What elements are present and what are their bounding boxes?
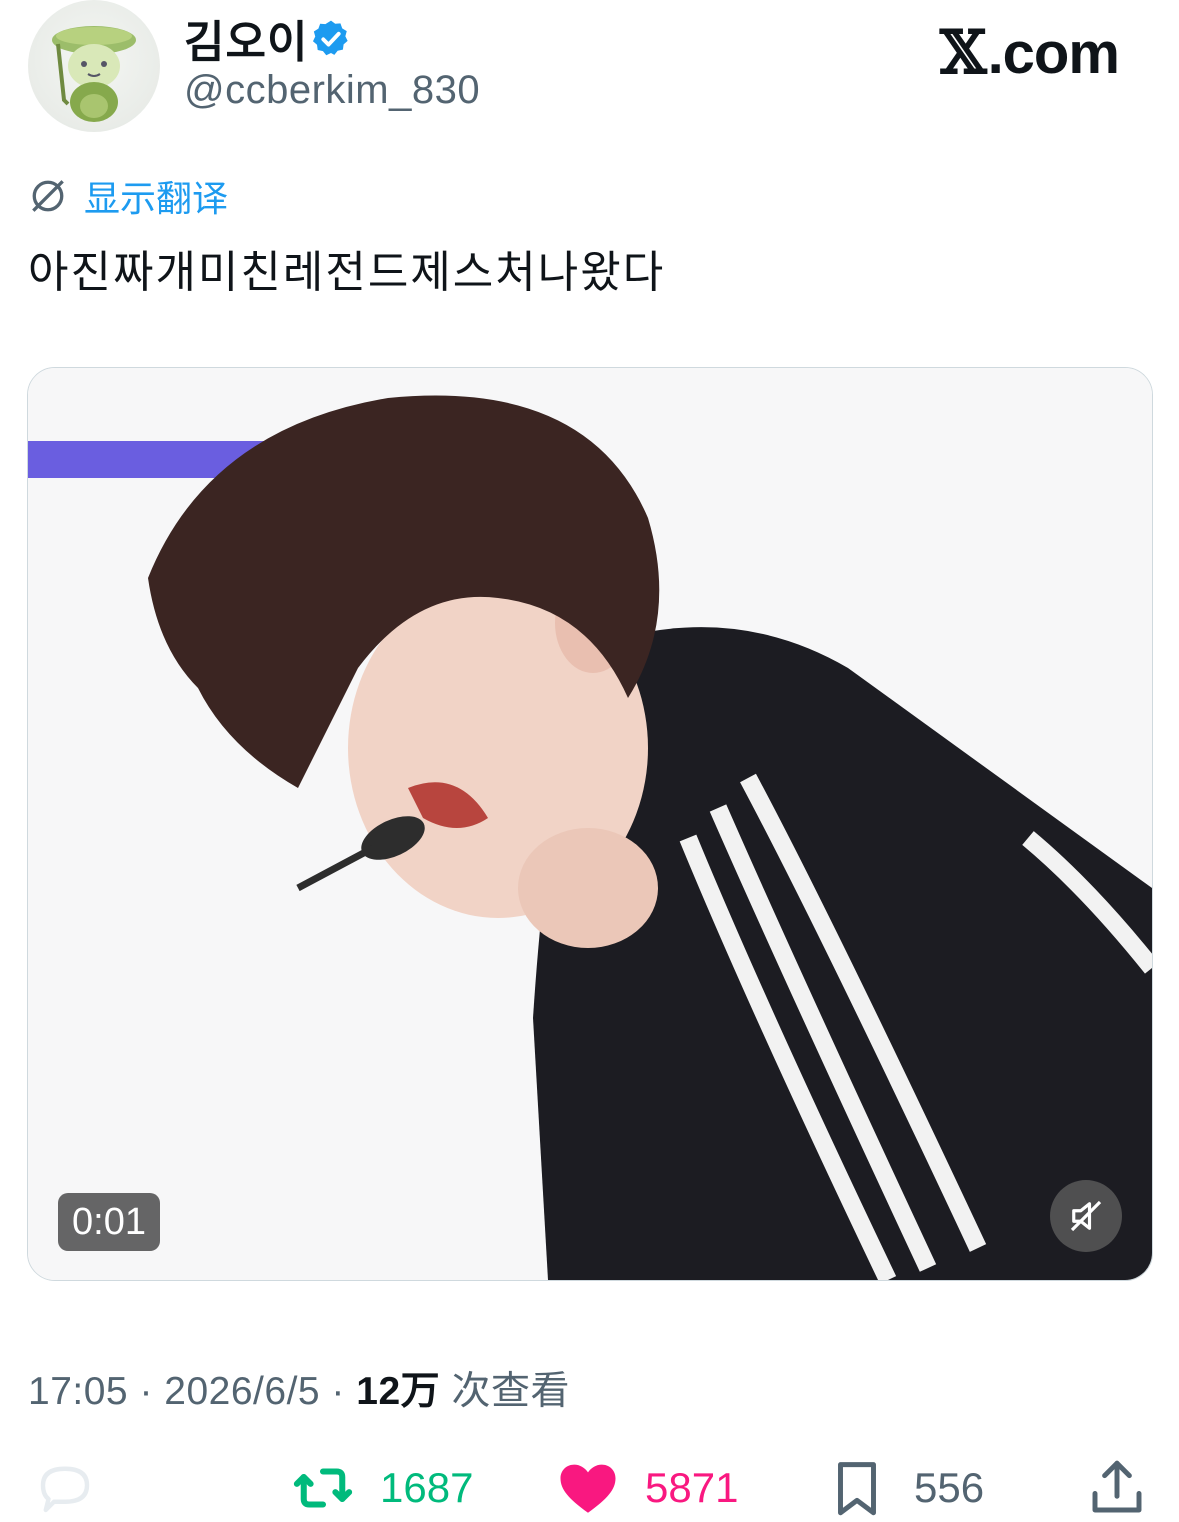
mute-toggle-button[interactable] — [1050, 1180, 1122, 1252]
post-date[interactable]: 2026/6/5 — [164, 1370, 320, 1413]
x-logo-glyph: 𝕏 — [940, 18, 987, 88]
frog-avatar-illustration — [52, 26, 136, 122]
retweet-count: 1687 — [380, 1464, 474, 1511]
share-icon — [1092, 1460, 1142, 1513]
video-frame — [28, 368, 1152, 1280]
heart-filled-icon — [560, 1464, 616, 1513]
globe-translate-icon — [32, 180, 64, 212]
views-count: 12万 — [356, 1370, 441, 1413]
bookmark-icon — [838, 1462, 876, 1516]
speaker-muted-icon — [1070, 1200, 1102, 1232]
video-player[interactable]: 0:01 — [27, 367, 1153, 1281]
bookmark-button[interactable]: 556 — [822, 1455, 984, 1521]
verified-badge-icon — [312, 20, 348, 56]
share-button[interactable] — [1082, 1455, 1152, 1521]
display-name[interactable]: 김오이 — [184, 6, 308, 70]
post-time[interactable]: 17:05 — [28, 1370, 128, 1413]
bookmark-count: 556 — [914, 1464, 985, 1511]
x-brand-logo: 𝕏 .com — [940, 18, 1120, 88]
video-timestamp-badge: 0:01 — [58, 1193, 160, 1251]
views-label: 次查看 — [440, 1370, 570, 1413]
x-logo-suffix: .com — [987, 21, 1120, 86]
show-translation-label: 显示翻译 — [84, 178, 229, 219]
user-handle[interactable]: @ccberkim_830 — [184, 68, 480, 113]
like-count: 5871 — [645, 1464, 739, 1511]
post-text: 아진짜개미친레전드제스처나왔다 — [28, 248, 666, 297]
reply-button[interactable] — [30, 1455, 122, 1521]
post-meta: 17:05 · 2026/6/5 · 12万 次查看 — [28, 1370, 570, 1413]
show-translation-link[interactable]: 显示翻译 — [26, 170, 228, 222]
like-button[interactable]: 5871 — [553, 1455, 738, 1521]
avatar[interactable] — [28, 0, 160, 132]
retweet-button[interactable]: 1687 — [288, 1455, 473, 1521]
reply-icon — [40, 1466, 90, 1513]
retweet-icon — [293, 1468, 353, 1508]
